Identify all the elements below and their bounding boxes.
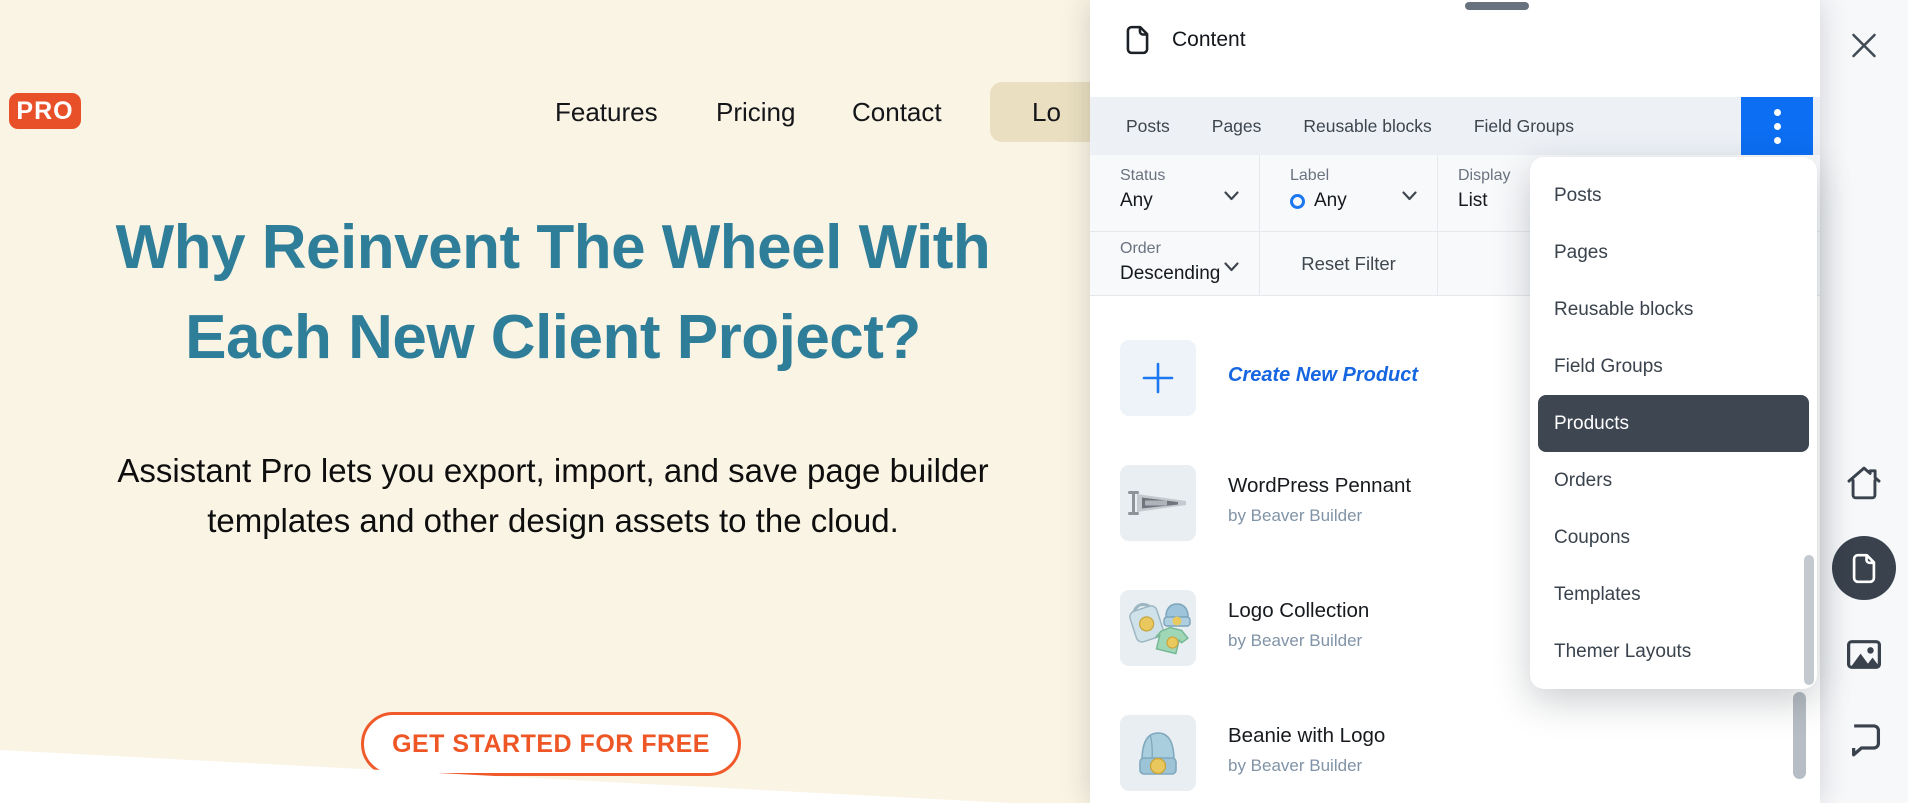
kebab-dot bbox=[1774, 137, 1781, 144]
home-icon[interactable] bbox=[1844, 463, 1885, 509]
content-document-icon bbox=[1124, 24, 1151, 61]
nav-link-pricing[interactable]: Pricing bbox=[716, 97, 795, 128]
nav-link-features[interactable]: Features bbox=[555, 97, 658, 128]
status-filter-label: Status bbox=[1120, 167, 1259, 185]
product-thumbnail-pennant bbox=[1120, 465, 1196, 541]
product-title: Beanie with Logo bbox=[1228, 724, 1385, 748]
menu-item-products[interactable]: Products bbox=[1538, 395, 1809, 452]
media-library-icon[interactable] bbox=[1844, 634, 1885, 680]
create-new-product-label[interactable]: Create New Product bbox=[1228, 364, 1418, 387]
menu-item-themer-layouts[interactable]: Themer Layouts bbox=[1538, 623, 1809, 680]
product-thumbnail-logo-collection bbox=[1120, 590, 1196, 666]
list-item[interactable]: Beanie with Logo by Beaver Builder bbox=[1090, 715, 1820, 791]
hero-subtext-line1: Assistant Pro lets you export, import, a… bbox=[117, 452, 988, 489]
product-author: by Beaver Builder bbox=[1228, 506, 1362, 526]
label-filter-label: Label bbox=[1290, 167, 1437, 185]
get-started-button[interactable]: GET STARTED FOR FREE bbox=[361, 712, 741, 776]
tab-posts[interactable]: Posts bbox=[1126, 116, 1170, 137]
label-filter[interactable]: Label Any bbox=[1260, 155, 1438, 232]
content-tab-active-icon[interactable] bbox=[1832, 536, 1896, 600]
product-title: WordPress Pennant bbox=[1228, 474, 1411, 498]
menu-item-coupons[interactable]: Coupons bbox=[1538, 509, 1809, 566]
menu-item-templates[interactable]: Templates bbox=[1538, 566, 1809, 623]
kebab-dot bbox=[1774, 109, 1781, 116]
chevron-down-icon bbox=[1224, 259, 1239, 277]
content-types-dropdown-menu: Posts Pages Reusable blocks Field Groups… bbox=[1530, 157, 1817, 689]
tab-field-groups[interactable]: Field Groups bbox=[1474, 116, 1574, 137]
pro-logo-badge[interactable]: PRO bbox=[9, 93, 81, 129]
hero-subtext-line2: templates and other design assets to the… bbox=[207, 502, 899, 539]
dropdown-scrollbar[interactable] bbox=[1804, 555, 1814, 685]
screenshot-root: PRO Features Pricing Contact Lo Why Rein… bbox=[0, 0, 1908, 803]
menu-item-posts[interactable]: Posts bbox=[1538, 167, 1809, 224]
plus-icon[interactable] bbox=[1120, 340, 1196, 416]
close-icon[interactable] bbox=[1850, 31, 1879, 65]
panel-header: Content bbox=[1090, 0, 1820, 97]
page-title: Why Reinvent The Wheel With Each New Clie… bbox=[0, 203, 1106, 383]
tab-reusable-blocks[interactable]: Reusable blocks bbox=[1303, 116, 1431, 137]
product-title: Logo Collection bbox=[1228, 599, 1369, 623]
label-filter-value: Any bbox=[1314, 190, 1347, 212]
panel-title: Content bbox=[1172, 28, 1246, 52]
panel-scrollbar[interactable] bbox=[1793, 692, 1806, 779]
reset-filter-button[interactable]: Reset Filter bbox=[1260, 232, 1438, 296]
status-filter[interactable]: Status Any bbox=[1090, 155, 1260, 232]
menu-item-pages[interactable]: Pages bbox=[1538, 224, 1809, 281]
content-types-menu-button[interactable] bbox=[1741, 97, 1813, 155]
product-author: by Beaver Builder bbox=[1228, 756, 1362, 776]
page-title-line2: Each New Client Project? bbox=[185, 303, 921, 372]
assistant-icon-rail bbox=[1820, 0, 1908, 803]
kebab-dot bbox=[1774, 123, 1781, 130]
chevron-down-icon bbox=[1224, 188, 1239, 206]
order-filter[interactable]: Order Descending bbox=[1090, 232, 1260, 296]
menu-item-reusable-blocks[interactable]: Reusable blocks bbox=[1538, 281, 1809, 338]
hero-subtext: Assistant Pro lets you export, import, a… bbox=[0, 446, 1106, 546]
content-type-tabbar: Posts Pages Reusable blocks Field Groups bbox=[1090, 97, 1820, 155]
menu-item-orders[interactable]: Orders bbox=[1538, 452, 1809, 509]
chevron-down-icon bbox=[1402, 188, 1417, 206]
comments-icon[interactable] bbox=[1844, 720, 1885, 764]
menu-item-field-groups[interactable]: Field Groups bbox=[1538, 338, 1809, 395]
page-title-line1: Why Reinvent The Wheel With bbox=[116, 213, 991, 282]
label-color-dot-icon bbox=[1290, 194, 1305, 209]
nav-link-contact[interactable]: Contact bbox=[852, 97, 942, 128]
product-author: by Beaver Builder bbox=[1228, 631, 1362, 651]
product-thumbnail-beanie bbox=[1120, 715, 1196, 791]
tab-pages[interactable]: Pages bbox=[1212, 116, 1262, 137]
order-filter-label: Order bbox=[1120, 240, 1259, 258]
assistant-content-panel: Content Posts Pages Reusable blocks Fiel… bbox=[1090, 0, 1820, 803]
